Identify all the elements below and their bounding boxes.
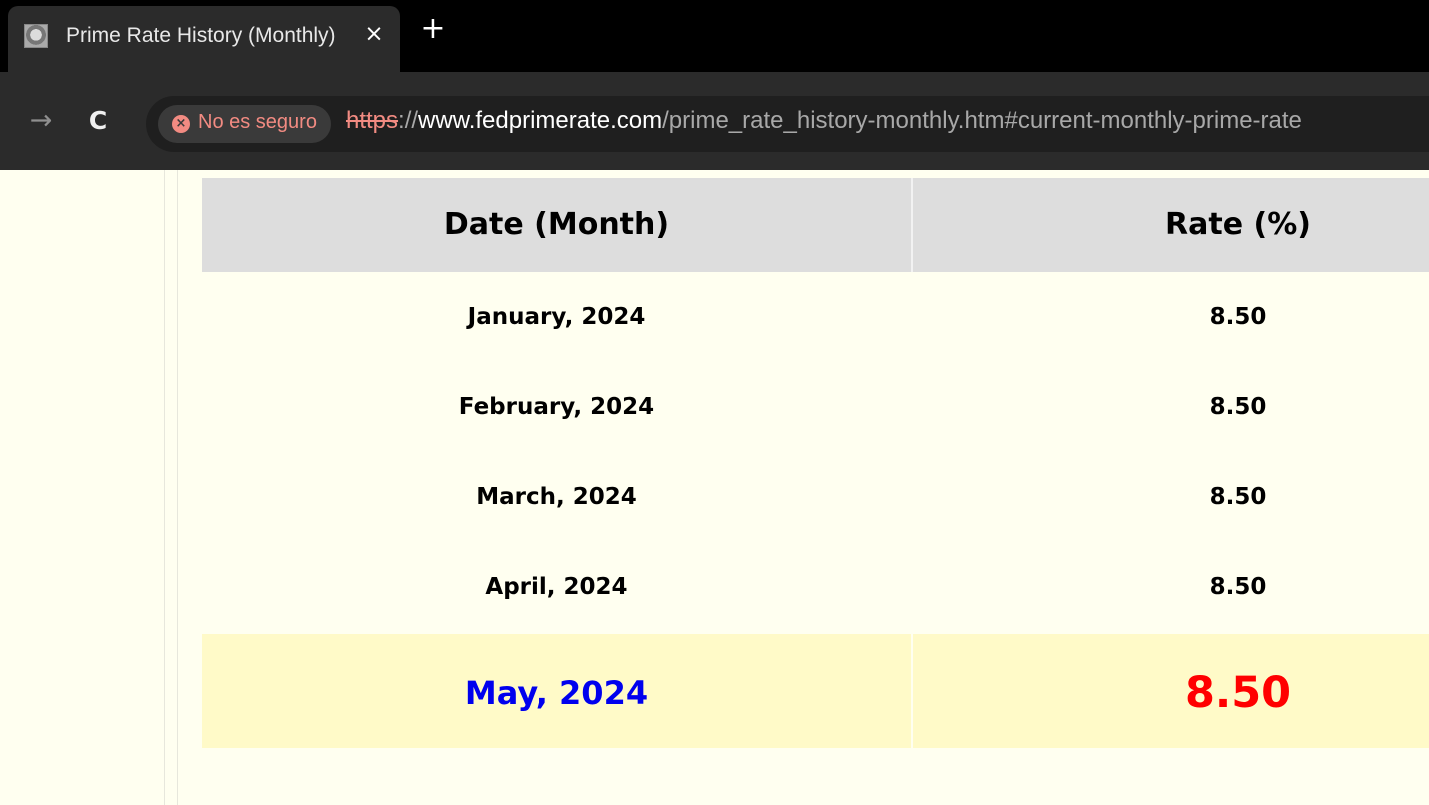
date-cell: February, 2024 <box>458 394 655 420</box>
tab-title: Prime Rate History (Monthly) <box>66 24 336 47</box>
table-row: April, 2024 8.50 <box>202 542 1429 632</box>
url-separator: :// <box>398 107 419 134</box>
forward-arrow-icon[interactable]: → <box>26 106 56 136</box>
url-text[interactable]: https://www.fedprimerate.com/prime_rate_… <box>346 107 1302 135</box>
table-row: February, 2024 8.50 <box>202 362 1429 452</box>
rate-column-header: Rate (%) <box>1165 207 1311 242</box>
page-divider <box>177 170 178 805</box>
reload-icon[interactable]: C <box>83 106 113 136</box>
current-month-date: May, 2024 <box>464 674 649 712</box>
url-scheme: https <box>346 107 399 134</box>
page-content: Date (Month) Rate (%) January, 2024 8.50… <box>0 170 1429 805</box>
date-column-header: Date (Month) <box>443 207 670 242</box>
security-chip[interactable]: × No es seguro <box>158 105 331 143</box>
browser-toolbar: → C × No es seguro https://www.fedprimer… <box>0 72 1429 170</box>
address-bar[interactable]: × No es seguro https://www.fedprimerate.… <box>146 96 1429 152</box>
active-tab[interactable]: Prime Rate History (Monthly) × <box>8 6 400 72</box>
not-secure-icon: × <box>172 115 190 133</box>
date-cell: January, 2024 <box>467 304 646 330</box>
page-divider <box>164 170 165 805</box>
rate-cell: 8.50 <box>1209 394 1267 420</box>
table-row: March, 2024 8.50 <box>202 452 1429 542</box>
security-label: No es seguro <box>198 111 317 133</box>
current-month-rate: 8.50 <box>1184 668 1292 718</box>
browser-window: Prime Rate History (Monthly) × + → C × N… <box>0 0 1429 170</box>
rate-cell: 8.50 <box>1209 484 1267 510</box>
url-host: www.fedprimerate.com <box>418 107 663 134</box>
close-tab-button[interactable]: × <box>360 20 388 48</box>
table-header-row: Date (Month) Rate (%) <box>202 178 1429 272</box>
site-favicon-icon <box>24 24 48 48</box>
date-cell: April, 2024 <box>485 574 628 600</box>
new-tab-button[interactable]: + <box>418 14 448 46</box>
table-row: January, 2024 8.50 <box>202 272 1429 362</box>
date-cell: March, 2024 <box>476 484 637 510</box>
rate-cell: 8.50 <box>1209 574 1267 600</box>
rate-cell: 8.50 <box>1209 304 1267 330</box>
tab-strip: Prime Rate History (Monthly) × + <box>0 0 1429 72</box>
url-path: /prime_rate_history-monthly.htm#current-… <box>662 107 1302 134</box>
current-month-row: May, 2024 8.50 <box>202 634 1429 748</box>
